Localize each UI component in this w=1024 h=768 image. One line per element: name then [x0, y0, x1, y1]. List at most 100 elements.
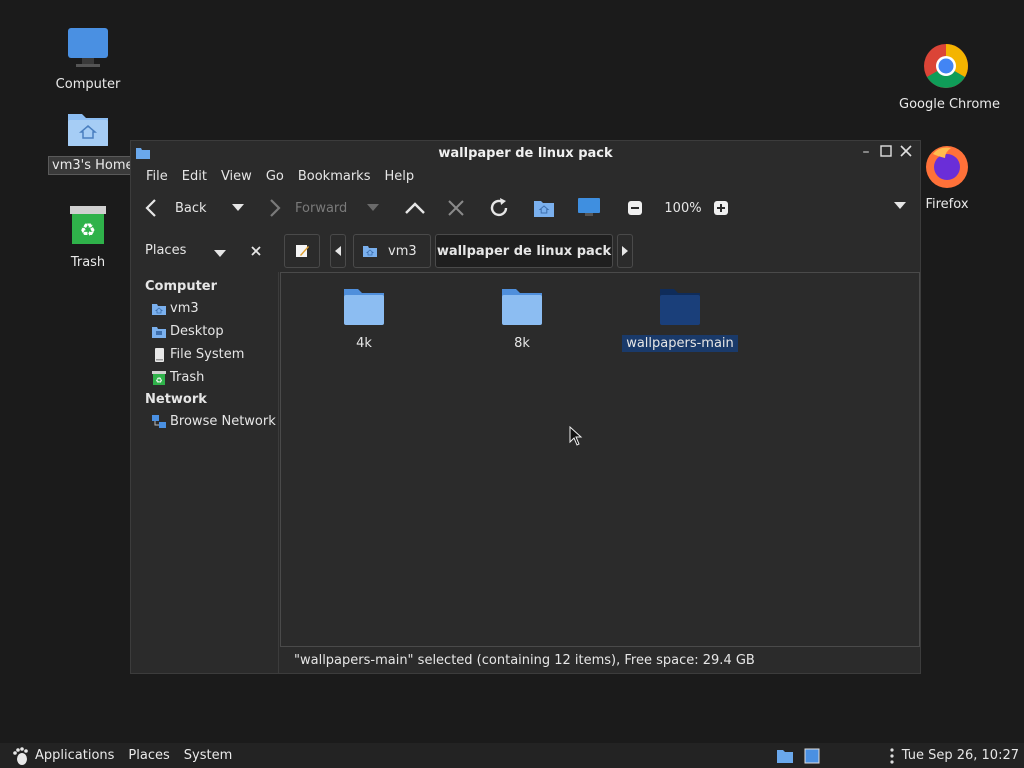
folder-item-8k[interactable]: 8k: [462, 285, 582, 352]
breadcrumb-scroll-left[interactable]: [330, 234, 346, 268]
window-title: wallpaper de linux pack: [438, 145, 613, 161]
svg-text:♻: ♻: [80, 220, 96, 241]
sidebar-item-label: Browse Network: [170, 414, 276, 429]
zoom-in-icon: [714, 201, 728, 215]
breadcrumb-vm3[interactable]: vm3: [353, 234, 431, 268]
gnome-foot-icon: [13, 746, 28, 765]
stop-icon: [448, 200, 464, 216]
breadcrumb-scroll-right[interactable]: [617, 234, 633, 268]
close-icon[interactable]: [898, 144, 914, 160]
folder-icon: [660, 289, 700, 325]
sidebar-heading-network: Network: [145, 392, 207, 407]
desktop-folder-icon: [152, 326, 166, 338]
places-sidebar: Computer vm3 Desktop File System ♻ Trash…: [131, 272, 279, 673]
folder-item-wallpapers-main[interactable]: wallpapers-main: [620, 285, 740, 352]
zoom-out-icon: [628, 201, 642, 215]
chrome-icon: [924, 44, 968, 88]
home-button[interactable]: [533, 197, 577, 219]
sidebar-item-vm3[interactable]: vm3: [131, 297, 278, 320]
forward-arrow-icon: [270, 199, 281, 217]
home-folder-icon: [534, 201, 554, 217]
sidebar-heading-computer: Computer: [145, 279, 218, 294]
breadcrumb-label: vm3: [388, 243, 417, 259]
taskbar: Applications Places System Tue Sep 26, 1…: [0, 743, 1024, 768]
chevron-down-icon: [214, 250, 226, 257]
sidebar-item-trash[interactable]: ♻ Trash: [131, 366, 278, 389]
folder-icon: [136, 148, 150, 159]
clock[interactable]: Tue Sep 26, 10:27: [902, 748, 1019, 763]
title-bar[interactable]: wallpaper de linux pack –: [131, 141, 920, 165]
folder-item-4k[interactable]: 4k: [304, 285, 424, 352]
trash-icon: ♻: [152, 370, 166, 385]
menu-edit[interactable]: Edit: [175, 169, 214, 184]
status-bar: "wallpapers-main" selected (containing 1…: [280, 647, 920, 673]
edit-note-icon: [296, 245, 309, 257]
reload-button[interactable]: [487, 196, 533, 220]
trash-icon: ♻: [70, 206, 106, 244]
zoom-out-button[interactable]: [627, 200, 653, 216]
folder-icon[interactable]: [776, 748, 794, 764]
chevron-down-icon: [232, 204, 244, 211]
breadcrumb-current[interactable]: wallpaper de linux pack: [435, 234, 613, 268]
minimize-icon[interactable]: –: [858, 144, 874, 160]
sidebar-item-label: Trash: [170, 370, 205, 385]
sidebar-item-file-system[interactable]: File System: [131, 343, 278, 366]
up-button[interactable]: [403, 197, 445, 219]
drive-icon: [155, 347, 164, 362]
menu-file[interactable]: File: [139, 169, 175, 184]
desktop-icon-label: Computer: [55, 77, 121, 92]
sidebar-item-browse-network[interactable]: Browse Network: [131, 410, 278, 433]
folder-icon: [344, 289, 384, 325]
desktop-icon-label: vm3's Home: [48, 156, 138, 175]
computer-button[interactable]: [577, 197, 627, 219]
menu-view[interactable]: View: [214, 169, 259, 184]
sidebar-type-dropdown[interactable]: [214, 247, 226, 262]
triangle-right-icon: [622, 246, 628, 256]
sidebar-item-desktop[interactable]: Desktop: [131, 320, 278, 343]
stop-button[interactable]: [445, 197, 487, 219]
reload-icon: [490, 198, 508, 217]
up-arrow-icon: [405, 202, 425, 214]
close-sidebar-button[interactable]: [251, 245, 261, 260]
menu-bookmarks[interactable]: Bookmarks: [291, 169, 378, 184]
desktop-icon-label: Trash: [70, 255, 106, 270]
folder-name: 8k: [514, 336, 530, 351]
menu-help[interactable]: Help: [377, 169, 421, 184]
desktop-icon-computer[interactable]: Computer: [48, 26, 128, 93]
toolbar: Back Forward 100%: [131, 187, 920, 229]
folder-name: 4k: [356, 336, 372, 351]
home-folder-icon: [68, 114, 108, 146]
desktop-icon-chrome[interactable]: Google Chrome: [896, 42, 1000, 113]
taskbar-menu-places[interactable]: Places: [128, 748, 169, 763]
sidebar-item-label: Desktop: [170, 324, 224, 339]
triangle-left-icon: [335, 246, 341, 256]
forward-history-dropdown[interactable]: [367, 204, 389, 212]
mouse-cursor-icon: [569, 426, 583, 446]
desktop-icon-home[interactable]: vm3's Home: [48, 106, 138, 175]
desktop-icon-trash[interactable]: ♻ Trash: [48, 204, 128, 271]
desktop-icon-label: Google Chrome: [899, 97, 1000, 112]
back-button[interactable]: Back: [141, 197, 217, 219]
back-label: Back: [175, 200, 207, 216]
show-desktop-icon[interactable]: [804, 748, 820, 764]
toolbar-overflow-dropdown[interactable]: [894, 202, 906, 210]
taskbar-menu-applications[interactable]: Applications: [35, 748, 114, 763]
zoom-in-button[interactable]: [713, 200, 739, 216]
places-label: Places: [145, 243, 187, 258]
zoom-level: 100%: [653, 201, 713, 216]
maximize-icon[interactable]: [878, 144, 894, 160]
menu-bar: File Edit View Go Bookmarks Help: [131, 165, 920, 187]
taskbar-menu-system[interactable]: System: [184, 748, 232, 763]
back-history-dropdown[interactable]: [217, 204, 259, 212]
kebab-menu-icon[interactable]: [890, 747, 894, 764]
menu-go[interactable]: Go: [259, 169, 291, 184]
sidebar-item-label: vm3: [170, 301, 199, 316]
forward-button[interactable]: Forward: [263, 197, 367, 219]
breadcrumb-label: wallpaper de linux pack: [436, 243, 612, 259]
location-bar: Places vm3 wallpaper de linux pack: [131, 229, 920, 273]
sidebar-item-label: File System: [170, 347, 245, 362]
svg-text:♻: ♻: [155, 376, 162, 385]
toggle-location-entry-button[interactable]: [284, 234, 320, 268]
file-view[interactable]: 4k 8k wallpapers-main: [280, 272, 920, 647]
firefox-icon: [926, 146, 968, 188]
